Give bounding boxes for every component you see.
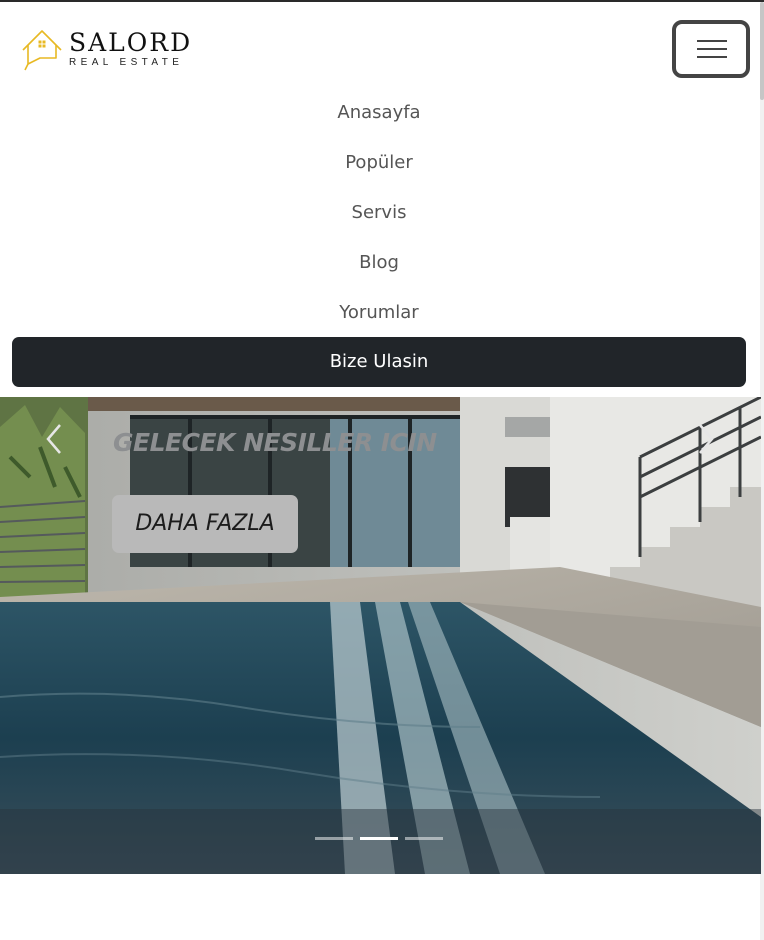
brand-name: SALORD: [69, 28, 193, 57]
nav-link-anasayfa[interactable]: Anasayfa: [0, 88, 758, 138]
carousel-indicator-1[interactable]: [315, 837, 353, 840]
slide-more-button[interactable]: DAHA FAZLA: [112, 495, 298, 553]
hero-carousel: GELECEK NESILLER ICIN DAHA FAZLA: [0, 397, 761, 874]
nav-link-blog[interactable]: Blog: [0, 238, 758, 288]
scrollbar-thumb[interactable]: [760, 2, 764, 100]
chevron-left-icon[interactable]: [40, 421, 70, 457]
nav-link-populer[interactable]: Popüler: [0, 138, 758, 188]
brand-tagline: REAL ESTATE: [69, 57, 184, 68]
carousel-indicator-2[interactable]: [360, 837, 398, 840]
top-border: [0, 0, 764, 2]
carousel-indicator-3[interactable]: [405, 837, 443, 840]
navbar-menu: Anasayfa Popüler Servis Blog Yorumlar: [0, 88, 758, 338]
house-logo-icon: [22, 30, 62, 71]
navbar-toggle-button[interactable]: [672, 20, 750, 78]
slide-title: GELECEK NESILLER ICIN: [113, 428, 437, 457]
nav-link-yorumlar[interactable]: Yorumlar: [0, 288, 758, 338]
nav-link-servis[interactable]: Servis: [0, 188, 758, 238]
carousel-indicators: [315, 837, 445, 842]
chevron-right-icon[interactable]: [690, 421, 720, 457]
hero-pool-image: [0, 397, 761, 874]
brand-logo[interactable]: SALORD REAL ESTATE: [20, 26, 195, 72]
contact-button[interactable]: Bize Ulasin: [12, 337, 746, 387]
